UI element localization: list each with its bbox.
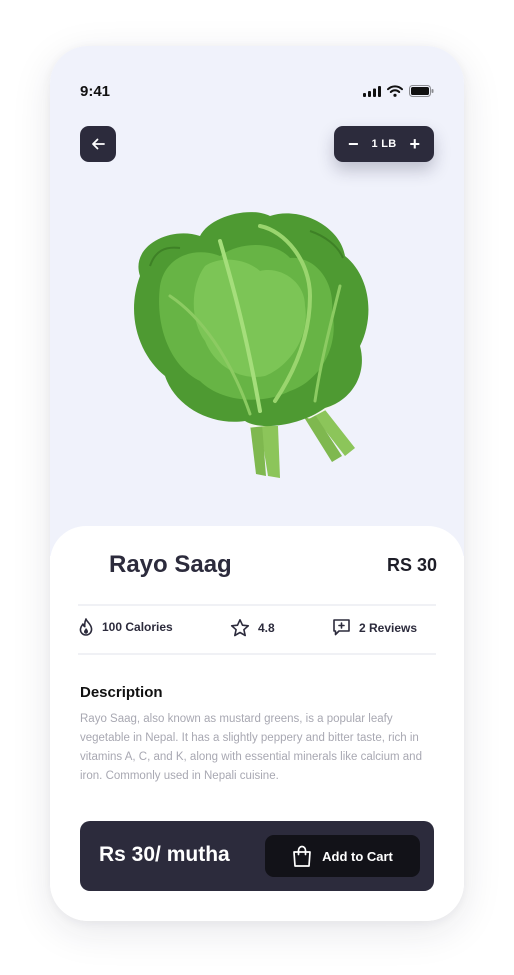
star-icon xyxy=(230,619,250,637)
quantity-value: 1 LB xyxy=(371,138,397,150)
back-arrow-icon xyxy=(92,138,105,150)
divider-bottom xyxy=(78,653,436,655)
rating-stat: 4.8 xyxy=(230,618,275,638)
battery-icon xyxy=(409,85,434,97)
rating-value: 4.8 xyxy=(258,621,275,635)
product-image xyxy=(134,212,369,478)
status-icons xyxy=(363,85,434,97)
decrease-quantity-button[interactable]: − xyxy=(348,135,359,153)
phone-frame: 9:41 − 1 LB + Rayo Saag RS 30 100 Calori… xyxy=(50,46,464,921)
add-to-cart-label: Add to Cart xyxy=(322,848,393,864)
wifi-icon xyxy=(387,85,403,97)
signal-icon xyxy=(363,85,381,97)
status-time: 9:41 xyxy=(80,83,111,100)
reviews-value: 2 Reviews xyxy=(359,620,418,635)
flame-icon xyxy=(79,618,93,636)
shopping-bag-icon xyxy=(293,845,311,867)
product-hero: 9:41 − 1 LB + xyxy=(50,46,464,556)
product-price: RS 30 xyxy=(386,555,437,575)
cart-bar: Rs 30/ mutha Add to Cart xyxy=(80,821,434,891)
back-button[interactable] xyxy=(80,126,116,162)
review-icon xyxy=(333,619,350,636)
description-title: Description xyxy=(80,684,163,701)
description-text: Rayo Saag, also known as mustard greens,… xyxy=(80,713,422,782)
calories-stat: 100 Calories xyxy=(78,618,173,636)
product-stats: 100 Calories 4.8 2 Reviews xyxy=(78,606,436,654)
product-name: Rayo Saag xyxy=(109,551,232,578)
add-to-cart-button[interactable]: Add to Cart xyxy=(265,835,420,877)
cart-price: Rs 30/ mutha xyxy=(99,843,230,866)
calories-value: 100 Calories xyxy=(102,620,173,634)
product-details-sheet: Rayo Saag RS 30 100 Calories 4.8 2 Revie… xyxy=(50,526,464,921)
quantity-stepper: − 1 LB + xyxy=(334,126,434,162)
increase-quantity-button[interactable]: + xyxy=(409,135,420,153)
reviews-stat[interactable]: 2 Reviews xyxy=(332,618,417,637)
status-bar: 9:41 xyxy=(50,46,464,138)
